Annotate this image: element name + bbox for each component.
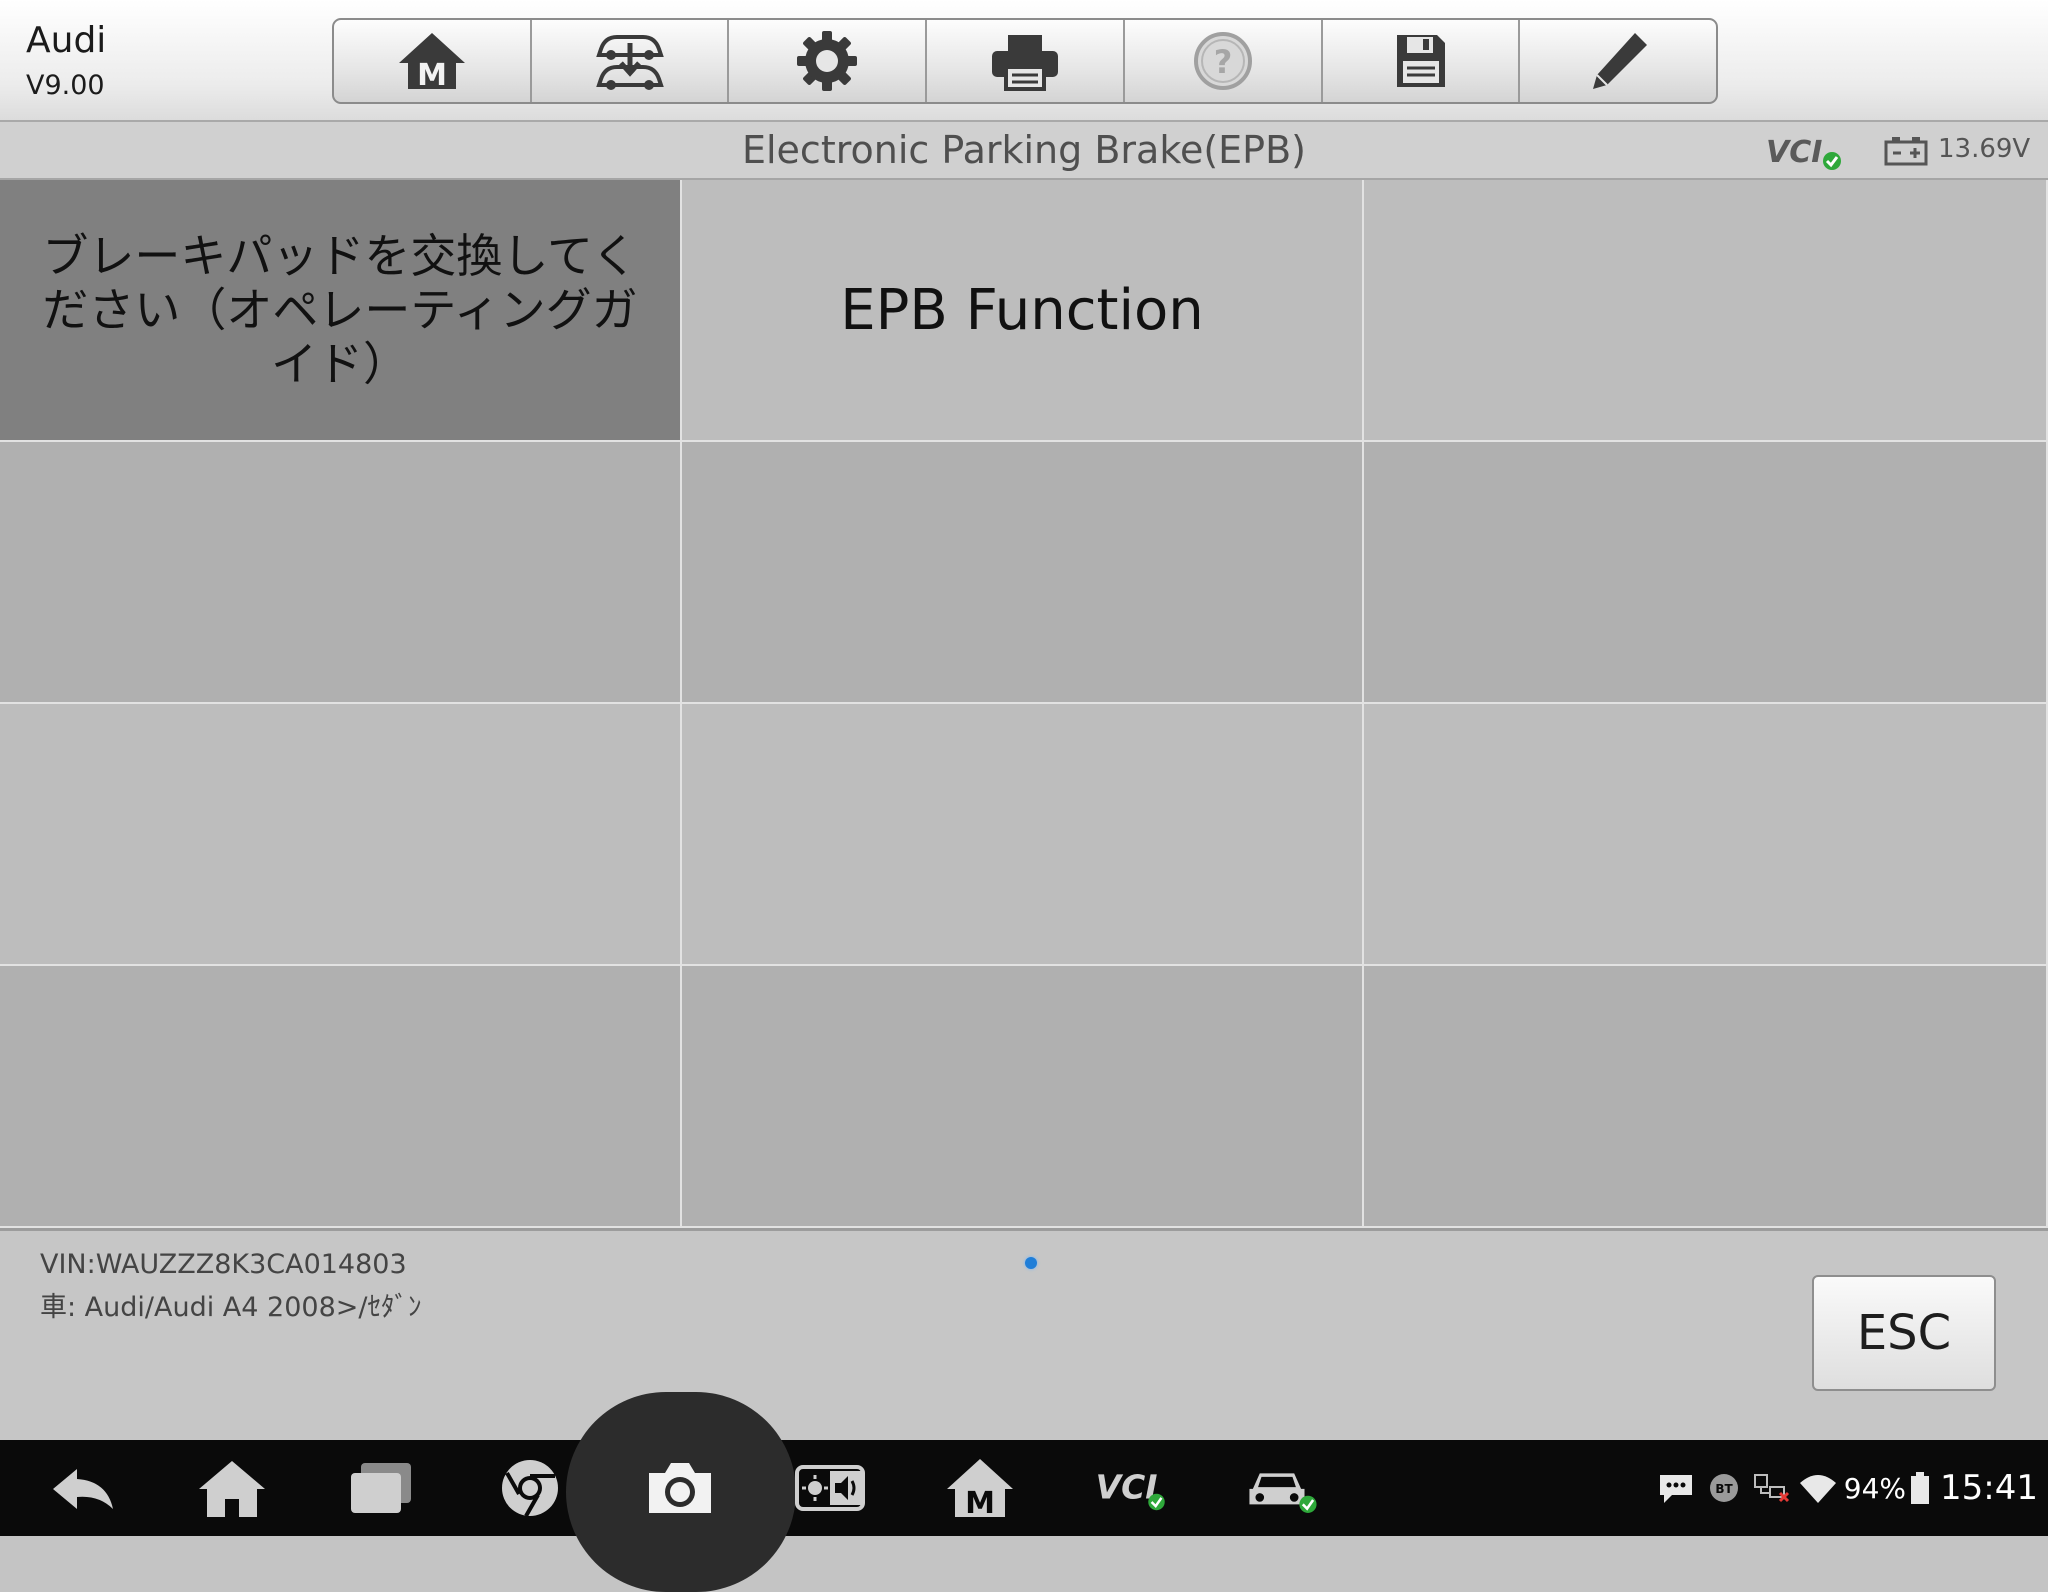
- clock: 15:41: [1940, 1468, 2038, 1508]
- edit-button[interactable]: [1520, 20, 1716, 102]
- page-title: Electronic Parking Brake(EPB): [741, 128, 1306, 172]
- camera-icon: [649, 1463, 711, 1513]
- top-header: Audi V9.00 M ?: [0, 0, 2048, 122]
- grid-cell-epb-function[interactable]: EPB Function: [682, 180, 1362, 440]
- back-button[interactable]: [44, 1440, 124, 1536]
- svg-text:M: M: [417, 58, 447, 93]
- system-nav-bar: M VCI BT 94% 15:41: [0, 1392, 2048, 1592]
- bluetooth-badge-icon: BT: [1709, 1474, 1738, 1502]
- function-grid: ブレーキパッドを交換してください（オペレーティングガイド） EPB Functi…: [0, 180, 2048, 1228]
- message-icon: [1659, 1475, 1692, 1503]
- screenshot-button[interactable]: [640, 1440, 720, 1536]
- title-strip: Electronic Parking Brake(EPB) VCI 13.69V: [0, 122, 2048, 180]
- brightness-volume-icon: [795, 1465, 865, 1511]
- home-button[interactable]: M: [334, 20, 532, 102]
- grid-cell-label: ブレーキパッドを交換してください（オペレーティングガイド）: [42, 229, 638, 391]
- settings-button[interactable]: [729, 20, 928, 102]
- browser-button[interactable]: [490, 1440, 570, 1536]
- toolbar: M ?: [332, 18, 1718, 104]
- svg-text:BT: BT: [1715, 1482, 1733, 1496]
- car-connected-icon: [1249, 1473, 1317, 1513]
- app-version: V9.00: [26, 70, 105, 101]
- grid-cell-label: EPB Function: [840, 277, 1204, 343]
- vehicle-swap-button[interactable]: [532, 20, 730, 102]
- battery-level-icon: [1911, 1472, 1930, 1504]
- home-nav-button[interactable]: [192, 1440, 272, 1536]
- grid-cell-empty: [682, 442, 1362, 702]
- home-m-icon: M: [947, 1459, 1013, 1521]
- vci-connected-icon: VCI: [1096, 1468, 1165, 1511]
- page-indicator-dot: [1025, 1257, 1037, 1269]
- grid-cell-empty: [1364, 180, 2046, 440]
- wifi-icon: [1799, 1475, 1836, 1503]
- home-icon: [199, 1461, 265, 1517]
- svg-text:M: M: [965, 1486, 995, 1521]
- vehicle-nav-button[interactable]: [1240, 1440, 1326, 1536]
- grid-cell-empty: [0, 442, 680, 702]
- recent-apps-icon: [351, 1463, 411, 1513]
- save-button[interactable]: [1323, 20, 1521, 102]
- maxisys-home-button[interactable]: M: [940, 1440, 1020, 1536]
- grid-cell-empty: [1364, 442, 2046, 702]
- grid-cell-empty: [1364, 966, 2046, 1226]
- grid-cell-empty: [1364, 704, 2046, 964]
- grid-cell-empty: [0, 704, 680, 964]
- chrome-icon: [502, 1460, 558, 1517]
- home-m-icon: M: [398, 33, 465, 93]
- print-button[interactable]: [927, 20, 1125, 102]
- app-name: Audi: [26, 20, 107, 61]
- battery-percent: 94%: [1843, 1471, 1907, 1505]
- back-arrow-icon: [53, 1469, 113, 1509]
- svg-text:VCI: VCI: [1096, 1468, 1158, 1507]
- svg-text:?: ?: [1213, 43, 1232, 81]
- grid-cell-empty: [0, 966, 680, 1226]
- recent-apps-button[interactable]: [340, 1440, 420, 1536]
- pencil-icon: [1593, 33, 1648, 89]
- status-area: BT 94% 15:41: [1656, 1440, 2038, 1536]
- voltage-readout: 13.69V: [1938, 134, 2031, 164]
- battery-icon: [1884, 137, 1928, 166]
- help-button[interactable]: ?: [1125, 20, 1323, 102]
- floppy-disk-icon: [1397, 35, 1446, 87]
- esc-button[interactable]: ESC: [1812, 1275, 1996, 1391]
- gear-icon: [797, 31, 858, 91]
- vehicle-text: 車: Audi/Audi A4 2008>/ｾﾀﾞﾝ: [40, 1292, 422, 1323]
- vehicle-info-footer: VIN:WAUZZZ8K3CA014803 車: Audi/Audi A4 20…: [0, 1228, 2048, 1443]
- vehicle-swap-icon: [595, 35, 664, 90]
- vci-label: VCI: [1766, 135, 1822, 170]
- grid-cell-brake-pad-replace[interactable]: ブレーキパッドを交換してください（オペレーティングガイド）: [0, 180, 680, 440]
- grid-cell-empty: [682, 966, 1362, 1226]
- printer-icon: [992, 35, 1059, 91]
- vci-nav-button[interactable]: VCI: [1086, 1440, 1176, 1536]
- grid-cell-empty: [682, 704, 1362, 964]
- network-disconnected-icon: [1753, 1474, 1789, 1503]
- vin-text: VIN:WAUZZZ8K3CA014803: [40, 1249, 407, 1280]
- brightness-volume-button[interactable]: [790, 1440, 870, 1536]
- vci-status-icon: VCI: [1766, 135, 1841, 170]
- help-icon: ?: [1193, 32, 1252, 90]
